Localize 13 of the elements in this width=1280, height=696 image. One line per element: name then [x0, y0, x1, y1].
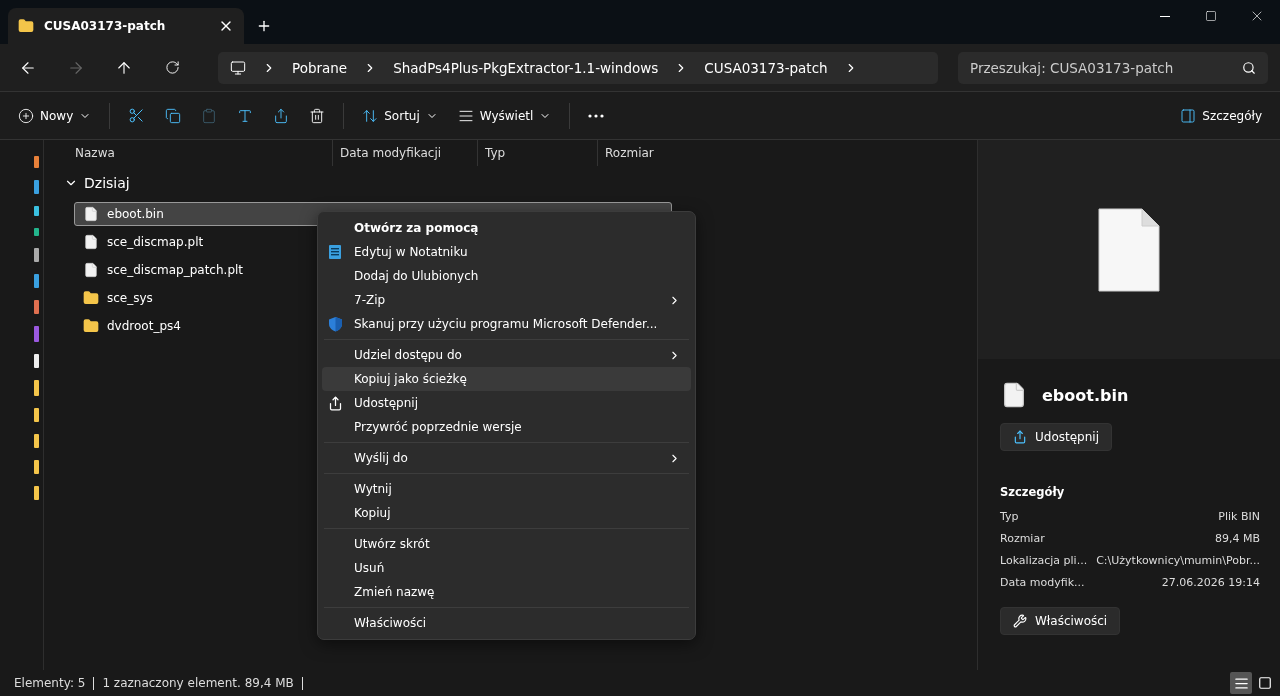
item-count: Elementy: 5 — [14, 676, 86, 690]
property-label: Typ — [1000, 509, 1019, 523]
selection-info: 1 zaznaczony element. 89,4 MB — [102, 676, 294, 690]
property-label: Lokalizacja pli... — [1000, 553, 1088, 567]
property-value: 27.06.2026 19:14 — [1161, 575, 1260, 589]
property-label: Data modyfik... — [1000, 575, 1085, 589]
property-value: 89,4 MB — [1214, 531, 1260, 545]
tab-title: CUSA03173-patch — [44, 19, 167, 33]
property-label: Rozmiar — [1000, 531, 1045, 545]
section-heading: Szczegóły — [1000, 485, 1066, 499]
property-value: C:\Użytkownicy\mumin\Pobr... — [1096, 553, 1260, 567]
file-title: eboot.bin — [1042, 385, 1129, 405]
property-value: Plik BIN — [1218, 509, 1260, 523]
